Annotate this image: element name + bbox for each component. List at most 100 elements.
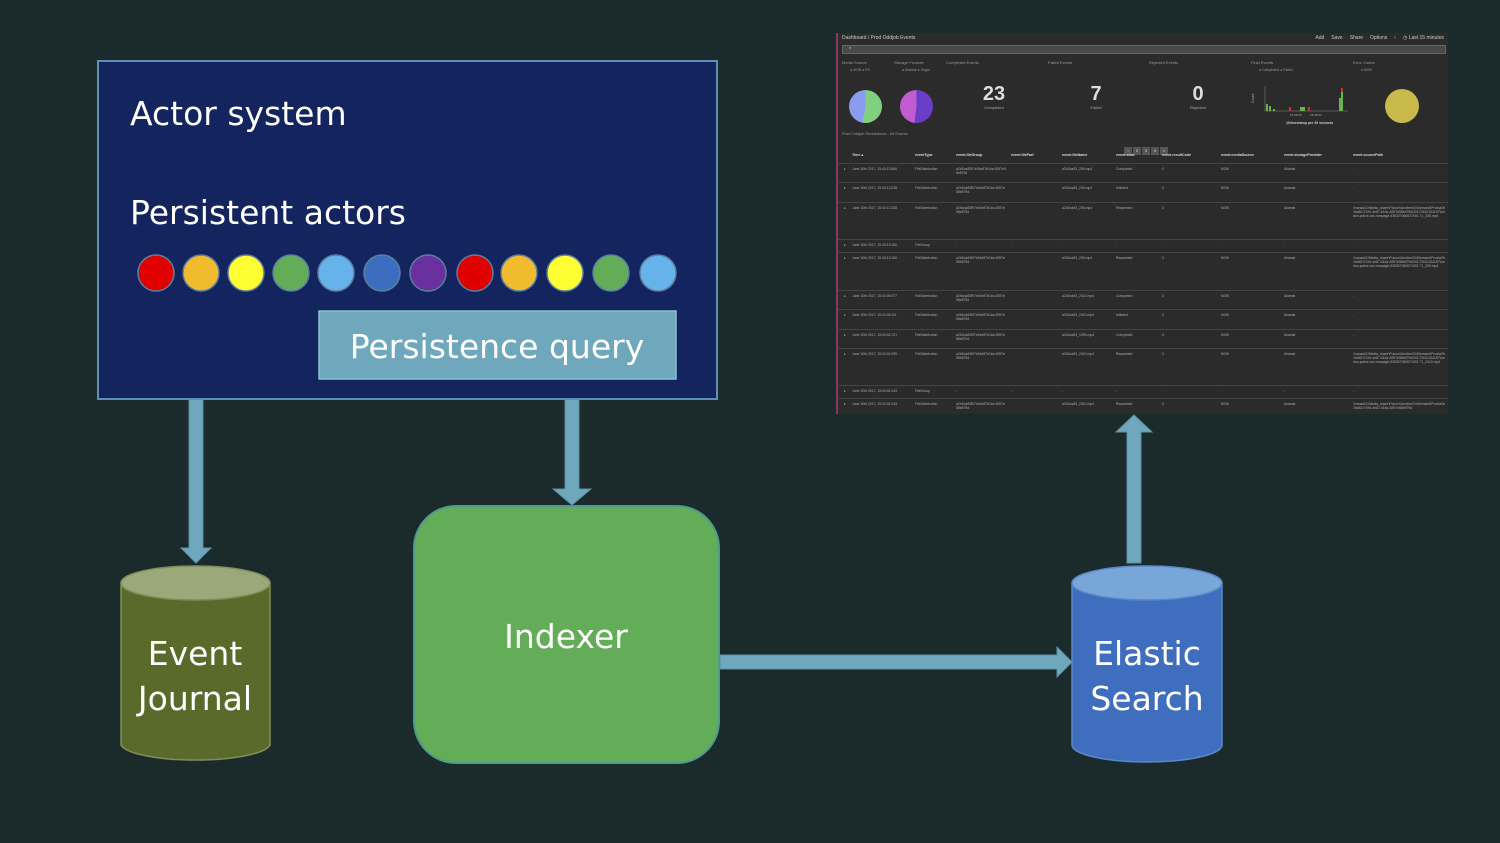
table-cell: June 10th 2017, 15:43:13.238 bbox=[852, 186, 898, 190]
table-cell: a2b1ba83_2410.mp4 bbox=[1062, 313, 1095, 317]
table-cell: MOB bbox=[1221, 313, 1229, 317]
column-header: eventType bbox=[915, 153, 933, 157]
persistent-actor-circle bbox=[546, 254, 584, 292]
completed-count: 23 bbox=[982, 83, 1006, 105]
table-cell: June 10th 2017, 15:43:13.160 bbox=[852, 256, 898, 260]
persistent-actor-circle bbox=[456, 254, 494, 292]
table-row: ▸ June 10th 2017, 15:43:13.160 FileGroup - -… bbox=[838, 239, 1448, 253]
persistent-actors-label: Persistent actors bbox=[130, 193, 406, 232]
table-cell: - bbox=[1353, 313, 1355, 317]
error-codes-pie bbox=[1385, 89, 1419, 123]
arrow-elastic-to-dashboard bbox=[1114, 414, 1154, 564]
table-cell: June 10th 2017, 15:43:04.143 bbox=[852, 402, 898, 406]
table-cell: a2b1ba83f97e54e87b1ba 8397e58e879d bbox=[956, 352, 1006, 360]
table-cell: Requested bbox=[1116, 402, 1133, 406]
menu-item: Options bbox=[1370, 35, 1388, 41]
persistent-actor-circle bbox=[182, 254, 220, 292]
legend: ● 5000 bbox=[1361, 68, 1372, 72]
expand-row-icon: ▸ bbox=[844, 167, 846, 171]
table-row: ▸ June 10th 2017, 15:43:13.160 FileDistrib… bbox=[838, 252, 1448, 291]
menu-item: ‹ bbox=[1394, 35, 1396, 41]
table-cell: Akamai bbox=[1284, 333, 1296, 337]
table-cell: MOB bbox=[1221, 167, 1229, 171]
persistent-actor-circle bbox=[409, 254, 447, 292]
column-header: event.mediaSource bbox=[1221, 153, 1254, 157]
table-cell: FileDistribution bbox=[915, 167, 938, 171]
legend: ● Akamai ● Origin bbox=[902, 68, 930, 72]
table-cell: \\nanas01\Media_share\Poison\Archive\OnD… bbox=[1353, 402, 1445, 410]
table-cell: - bbox=[956, 243, 958, 247]
indexer-label: Indexer bbox=[504, 617, 628, 656]
panel-title: Media Source bbox=[842, 60, 867, 65]
storage-provider-pie bbox=[900, 90, 933, 123]
table-cell: 0 bbox=[1162, 167, 1164, 171]
table-cell: Akamai bbox=[1284, 313, 1296, 317]
column-header: Time ▴ bbox=[852, 153, 864, 157]
table-cell: a2b1ba83_205.mp4 bbox=[1062, 167, 1093, 171]
table-cell: FileDistribution bbox=[915, 206, 938, 210]
persistent-actor-circle bbox=[137, 254, 175, 292]
table-cell: - bbox=[1284, 389, 1286, 393]
column-header: event.state bbox=[1116, 153, 1135, 157]
table-cell: - bbox=[1221, 389, 1223, 393]
table-cell: MOB bbox=[1221, 333, 1229, 337]
rejected-count: 0 bbox=[1192, 83, 1204, 105]
table-cell: MOB bbox=[1221, 206, 1229, 210]
table-cell: June 10th 2017, 15:43:05.111 bbox=[852, 313, 897, 317]
table-cell: a2b1ba83_1394.mp4 bbox=[1062, 333, 1095, 337]
table-cell: June 10th 2017, 15:43:13.238 bbox=[852, 206, 898, 210]
table-cell: Akamai bbox=[1284, 186, 1296, 190]
table-cell: a2b1ba83f97e54e87b1ba 8397e58e879d bbox=[956, 333, 1006, 341]
table-cell: a2b1ba8397e54e87b1ba 8397e58e879d bbox=[956, 167, 1006, 175]
panel-title: Completed Events bbox=[946, 60, 979, 65]
table-cell: Completed bbox=[1116, 333, 1133, 337]
table-cell: - bbox=[1062, 389, 1064, 393]
persistent-actor-circle bbox=[592, 254, 630, 292]
table-row: ▸ June 10th 2017, 15:43:04.143 FileGroup - -… bbox=[838, 385, 1448, 399]
table-cell: 0 bbox=[1162, 294, 1164, 298]
column-header: event.resultCode bbox=[1162, 153, 1192, 157]
table-cell: June 10th 2017, 15:43:13.566 bbox=[852, 167, 898, 171]
table-cell: a2b1ba83_2410.mp4 bbox=[1062, 294, 1095, 298]
x-tick: 15:35:00 bbox=[1290, 113, 1302, 117]
table-cell: Akamai bbox=[1284, 352, 1296, 356]
table-cell: 0 bbox=[1162, 402, 1164, 406]
expand-row-icon: ▸ bbox=[844, 294, 846, 298]
panel-title: Failed Events bbox=[1048, 60, 1073, 65]
table-cell: FileGroup bbox=[915, 389, 930, 393]
table-cell: - bbox=[1353, 389, 1355, 393]
table-cell: \\nanas01\Media_share\Poison\Archive\OnD… bbox=[1353, 256, 1446, 268]
table-cell: a2b1ba83f97e54e87b1ba 8397e58e879d bbox=[956, 294, 1006, 302]
table-row: ▸ June 10th 2017, 15:43:04.299 FileDistrib… bbox=[838, 348, 1448, 386]
table-cell: Akamai bbox=[1284, 294, 1296, 298]
table-cell: 0 bbox=[1162, 186, 1164, 190]
expand-row-icon: ▸ bbox=[844, 313, 846, 317]
persistent-actor-circle bbox=[272, 254, 310, 292]
table-cell: - bbox=[1353, 333, 1355, 337]
kibana-dashboard-screenshot: Dashboard / Prod Oddjob Events Add Save Sh… bbox=[836, 33, 1448, 414]
table-cell: a2b1ba83f97e54e87b1ba 8397e58e879d bbox=[956, 256, 1006, 264]
panel-title: Storage Provider bbox=[894, 60, 925, 65]
table-cell: FileDistribution bbox=[915, 186, 938, 190]
table-cell: 0 bbox=[1162, 352, 1164, 356]
failed-label: Failed bbox=[1090, 105, 1102, 110]
elastic-search-label-line2: Search bbox=[1090, 679, 1203, 718]
panel-title: Rejected Events bbox=[1149, 60, 1179, 65]
expand-row-icon: ▸ bbox=[844, 243, 846, 247]
column-header: event.filePart bbox=[1011, 153, 1034, 157]
y-axis-label: Count bbox=[1251, 94, 1255, 103]
persistent-actor-circle bbox=[639, 254, 677, 292]
persistent-actor-circle bbox=[317, 254, 355, 292]
arrow-indexer-to-elastic bbox=[719, 645, 1073, 679]
table-cell: Completed bbox=[1116, 294, 1133, 298]
persistent-actor-circle bbox=[227, 254, 265, 292]
table-cell: a2b1ba83f97e54e87b1ba 8397e58e879d bbox=[956, 313, 1006, 321]
table-cell: Requested bbox=[1116, 206, 1133, 210]
column-header: event.storageProvider bbox=[1284, 153, 1322, 157]
table-cell: a2b1ba83_205.mp4 bbox=[1062, 206, 1093, 210]
table-cell: MOB bbox=[1221, 402, 1229, 406]
table-cell: June 10th 2017, 15:43:04.721 bbox=[852, 333, 898, 337]
table-cell: - bbox=[1011, 389, 1013, 393]
expand-row-icon: ▸ bbox=[844, 402, 846, 406]
table-cell: Akamai bbox=[1284, 206, 1296, 210]
